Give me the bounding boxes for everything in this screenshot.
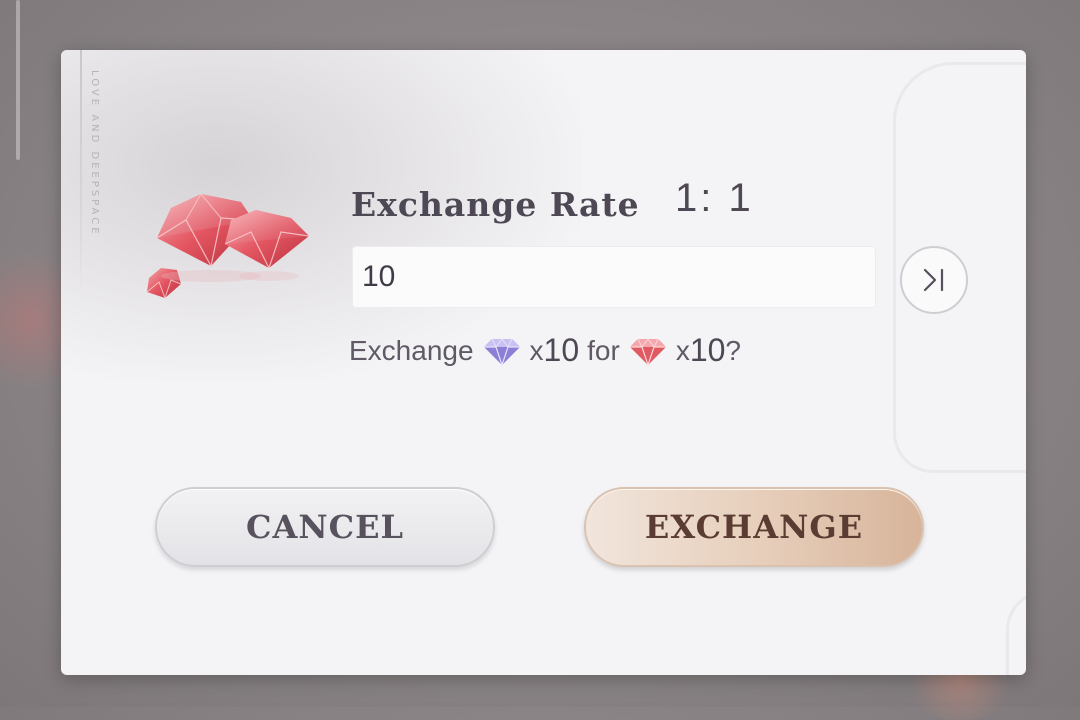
exchange-rate-value: 1: 1: [675, 176, 754, 220]
cancel-button[interactable]: CANCEL: [155, 487, 495, 567]
skip-to-max-icon: [923, 268, 944, 292]
exchange-button[interactable]: EXCHANGE: [584, 487, 924, 567]
amount-input[interactable]: [352, 246, 876, 308]
purple-gem-icon: [483, 337, 520, 367]
confirm-prefix: Exchange: [349, 334, 474, 366]
confirm-middle: for: [587, 334, 620, 366]
side-divider: [80, 50, 82, 300]
to-quantity-x: x: [675, 334, 690, 366]
exchange-confirm-text: Exchange x 10 for x 10?: [349, 332, 741, 369]
from-quantity-x: x: [529, 334, 544, 366]
exchange-dialog: LOVE AND DEEPSPACE Exchange Rate 1: 1 10…: [61, 50, 1026, 675]
side-watermark-text: LOVE AND DEEPSPACE: [89, 70, 100, 237]
red-gems-icon: [146, 193, 310, 300]
max-amount-button[interactable]: [900, 246, 968, 314]
decorative-frame: [1006, 590, 1026, 675]
to-quantity: 10: [689, 332, 726, 368]
background-scrollbar: [16, 0, 20, 160]
red-gem-icon: [629, 337, 666, 367]
from-quantity: 10: [543, 332, 580, 368]
confirm-suffix: ?: [725, 334, 741, 366]
exchange-rate-label: Exchange Rate: [351, 185, 640, 224]
